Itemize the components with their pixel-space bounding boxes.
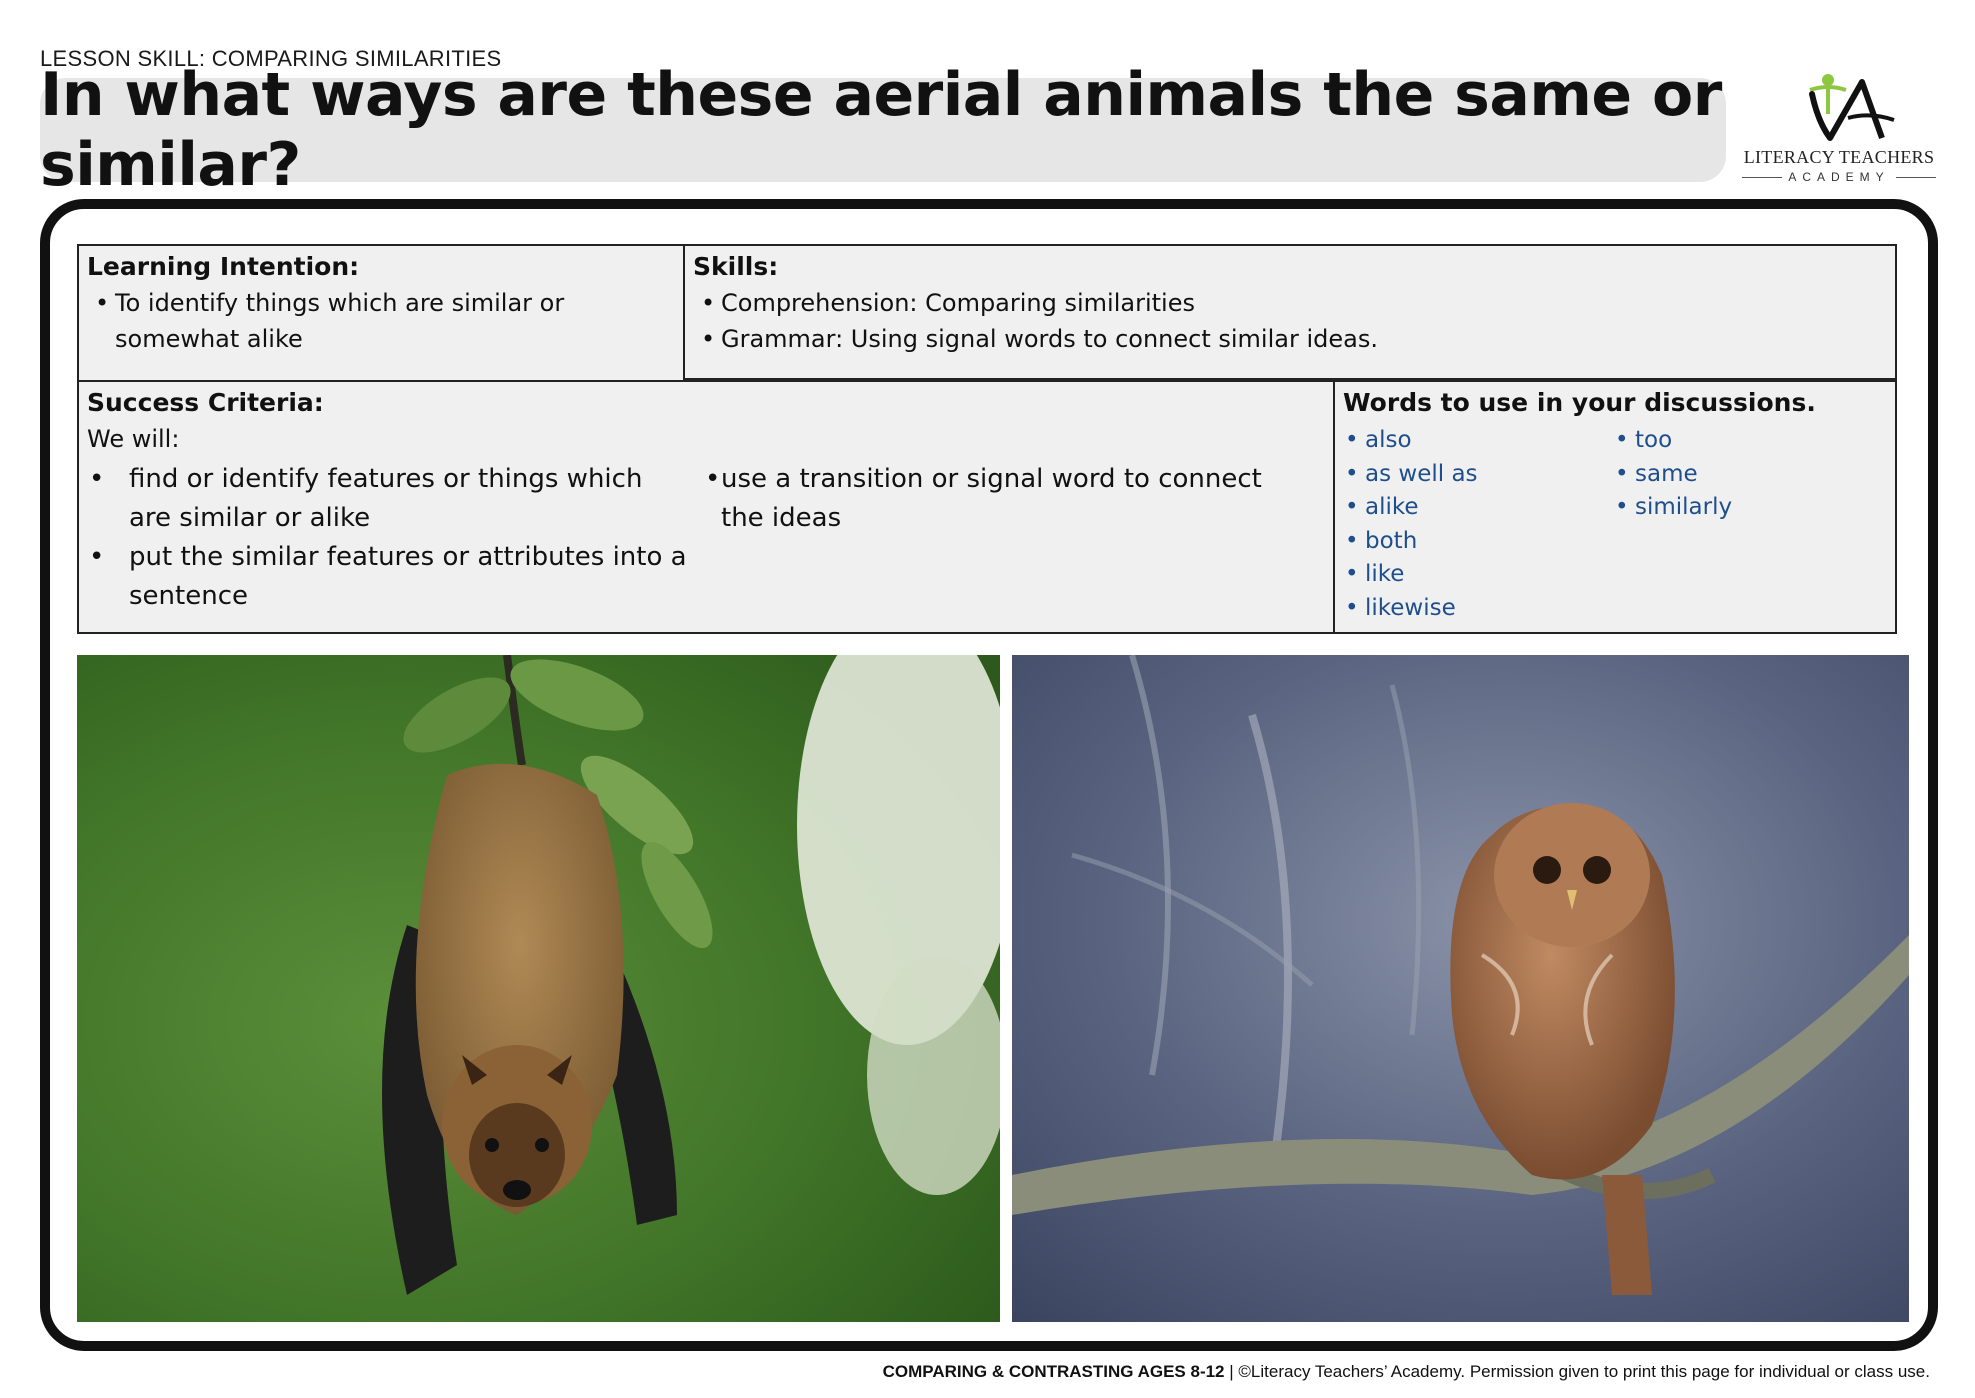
bat-illustration	[77, 655, 1000, 1322]
logo-name: LITERACY TEACHERS	[1743, 147, 1935, 167]
success-criteria-heading: Success Criteria:	[87, 388, 324, 417]
word-item: both	[1345, 525, 1615, 559]
footer-bold: COMPARING & CONTRASTING AGES 8-12	[882, 1362, 1225, 1381]
words-column-1: also as well as alike both like likewise	[1345, 424, 1615, 626]
words-column-2: too same similarly	[1615, 424, 1885, 626]
success-criteria-cell: Success Criteria: We will: find or ident…	[77, 380, 1335, 634]
skills-cell: Skills: Comprehension: Comparing similar…	[683, 244, 1897, 380]
success-criteria-item: put the similar features or attributes i…	[87, 538, 687, 616]
word-item: as well as	[1345, 458, 1615, 492]
word-item: also	[1345, 424, 1615, 458]
owl-illustration	[1012, 655, 1909, 1322]
word-item: same	[1615, 458, 1885, 492]
skills-heading: Skills:	[693, 252, 779, 281]
word-item: similarly	[1615, 491, 1885, 525]
logo: LITERACY TEACHERS ACADEMY	[1734, 72, 1944, 186]
words-columns: also as well as alike both like likewise…	[1345, 424, 1885, 626]
words-heading: Words to use in your discussions.	[1343, 388, 1816, 417]
logo-sub-text: ACADEMY	[1788, 170, 1890, 184]
title-banner: In what ways are these aerial animals th…	[40, 60, 1726, 200]
word-item: too	[1615, 424, 1885, 458]
skills-item: Grammar: Using signal words to connect s…	[693, 321, 1887, 357]
footer-separator: |	[1224, 1362, 1239, 1381]
skills-item: Comprehension: Comparing similarities	[693, 285, 1887, 321]
word-item: like	[1345, 558, 1615, 592]
logo-rule-right	[1895, 176, 1936, 178]
footer-copyright: ©Literacy Teachers’ Academy. Permission …	[1238, 1362, 1930, 1381]
success-criteria-item: find or identify features or things whic…	[87, 460, 687, 538]
bat-photo	[77, 655, 1000, 1322]
word-item: alike	[1345, 491, 1615, 525]
learning-intention-item: To identify things which are similar or …	[87, 285, 675, 357]
success-criteria-left-list: find or identify features or things whic…	[87, 460, 687, 616]
logo-sub: ACADEMY	[1734, 170, 1944, 184]
word-item: likewise	[1345, 592, 1615, 626]
words-cell: Words to use in your discussions. also a…	[1333, 380, 1897, 634]
lta-logo-icon	[1809, 74, 1895, 141]
success-criteria-right-list: use a transition or signal word to conne…	[705, 460, 1305, 538]
success-criteria-item: use a transition or signal word to conne…	[705, 460, 1305, 538]
page-title: In what ways are these aerial animals th…	[40, 60, 1722, 200]
owl-photo	[1012, 655, 1909, 1322]
logo-rule-left	[1742, 176, 1783, 178]
learning-intention-heading: Learning Intention:	[87, 252, 360, 281]
success-criteria-intro: We will:	[87, 425, 180, 453]
learning-intention-cell: Learning Intention: To identify things w…	[77, 244, 685, 382]
footer: COMPARING & CONTRASTING AGES 8-12 | ©Lit…	[883, 1362, 1930, 1382]
info-grid: Learning Intention: To identify things w…	[77, 244, 1897, 634]
